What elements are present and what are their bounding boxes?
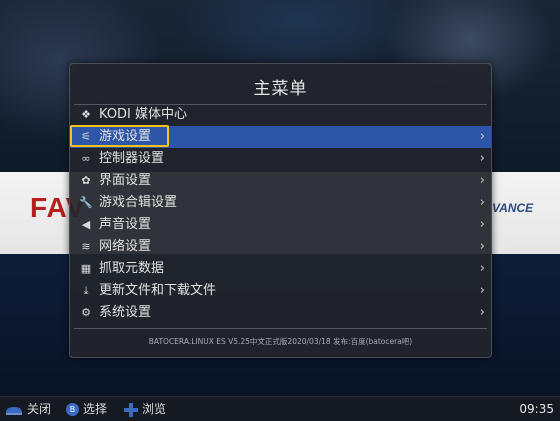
- sliders-icon: ⚟: [81, 130, 91, 143]
- wrench-icon: 🔧: [79, 196, 93, 209]
- palette-icon: ✿: [81, 174, 91, 187]
- chevron-right-icon: ›: [479, 129, 485, 144]
- menu-footer-divider: [74, 328, 487, 329]
- wifi-icon: ≋: [81, 240, 91, 253]
- chevron-right-icon: ›: [479, 151, 485, 166]
- speaker-icon: ◀: [81, 218, 91, 231]
- help-browse[interactable]: 浏览: [124, 397, 166, 421]
- help-browse-label: 浏览: [142, 402, 167, 416]
- menu-item-label: 声音设置: [99, 217, 152, 232]
- help-close[interactable]: 关闭: [5, 397, 51, 421]
- clock: 09:35: [519, 402, 554, 416]
- chevron-right-icon: ›: [479, 305, 485, 320]
- chevron-right-icon: ›: [479, 195, 485, 210]
- chevron-right-icon: ›: [479, 261, 485, 276]
- help-close-label: 关闭: [27, 402, 52, 416]
- menu-item-label: 抓取元数据: [99, 261, 165, 276]
- menu-item-label: 控制器设置: [99, 151, 165, 166]
- menu-item-label: 网络设置: [99, 239, 152, 254]
- version-footer: BATOCERA.LINUX ES V5.25中文正式版2020/03/18 发…: [148, 337, 413, 346]
- chevron-right-icon: ›: [479, 283, 485, 298]
- dpad-icon: [124, 402, 138, 417]
- chevron-right-icon: ›: [479, 173, 485, 188]
- menu-item-3[interactable]: ✿ 界面设置 ›: [70, 170, 491, 192]
- menu-item-6[interactable]: ≋ 网络设置 ›: [70, 236, 491, 258]
- menu-item-label: KODI 媒体中心: [99, 107, 188, 122]
- menu-item-label: 界面设置: [99, 173, 152, 188]
- main-menu-dialog: 主菜单 ❖ KODI 媒体中心 ⚟ 游戏设置 › ∞ 控制器设置 › ✿ 界面设置 › 🔧 游戏合辑设置…: [69, 63, 492, 358]
- menu-item-5[interactable]: ◀ 声音设置 ›: [70, 214, 491, 236]
- chevron-right-icon: ›: [479, 239, 485, 254]
- download-icon: ⤓: [83, 284, 89, 297]
- background-right-logo: VANCE: [492, 201, 534, 215]
- kodi-icon: ❖: [81, 108, 91, 121]
- menu-item-0[interactable]: ❖ KODI 媒体中心: [70, 104, 491, 126]
- b-button-icon: B: [66, 403, 79, 416]
- menu-item-7[interactable]: ▦ 抓取元数据 ›: [70, 258, 491, 280]
- chevron-right-icon: ›: [479, 217, 485, 232]
- help-bar: 关闭 B 选择 浏览 09:35: [0, 396, 560, 421]
- menu-item-label: 系统设置: [99, 305, 152, 320]
- menu-item-label: 游戏设置: [99, 129, 152, 144]
- shoulder-button-icon: [6, 406, 22, 415]
- scraper-icon: ▦: [80, 262, 92, 275]
- menu-item-label: 游戏合辑设置: [99, 195, 178, 210]
- help-select-label: 选择: [83, 402, 108, 416]
- gamepad-icon: ∞: [81, 152, 91, 165]
- menu-title: 主菜单: [253, 79, 308, 99]
- menu-list: ❖ KODI 媒体中心 ⚟ 游戏设置 › ∞ 控制器设置 › ✿ 界面设置 › 🔧 游戏合辑设置 › ◀ 声音…: [70, 104, 491, 324]
- gears-icon: ⚙: [81, 306, 91, 319]
- menu-item-label: 更新文件和下载文件: [99, 283, 217, 298]
- menu-item-4[interactable]: 🔧 游戏合辑设置 ›: [70, 192, 491, 214]
- help-select[interactable]: B 选择: [66, 397, 107, 421]
- menu-item-2[interactable]: ∞ 控制器设置 ›: [70, 148, 491, 170]
- menu-item-8[interactable]: ⤓ 更新文件和下载文件 ›: [70, 280, 491, 302]
- menu-item-9[interactable]: ⚙ 系统设置 ›: [70, 302, 491, 324]
- menu-item-1[interactable]: ⚟ 游戏设置 ›: [70, 125, 491, 148]
